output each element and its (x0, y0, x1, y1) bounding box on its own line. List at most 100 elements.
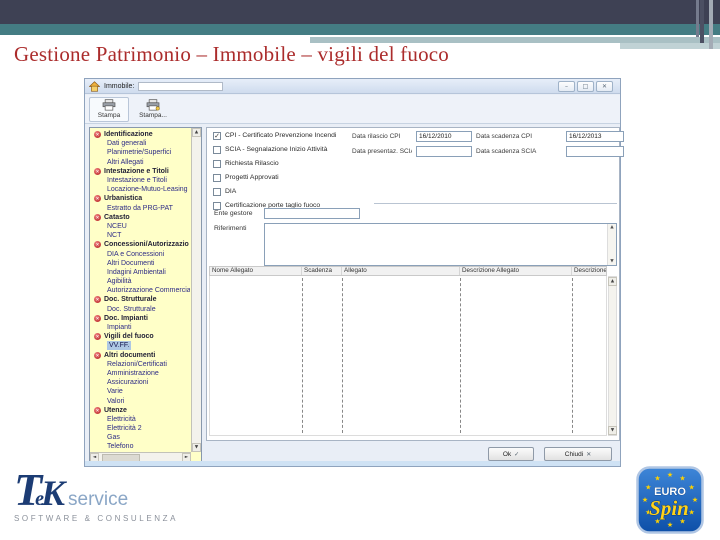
table-column-header[interactable]: Nome Allegato (210, 267, 302, 275)
print-button[interactable]: Stampa (89, 96, 129, 122)
ok-button[interactable]: Ok ✓ (488, 447, 534, 461)
printer-icon (102, 99, 116, 111)
checkbox[interactable] (213, 201, 221, 210)
tree-item[interactable]: ✕ Doc. Strutturale (92, 295, 190, 304)
tree-item-label: Amministrazione (107, 369, 159, 377)
tree-item[interactable]: ✕ Estratto da PRG-PAT (92, 204, 190, 213)
checkbox[interactable] (213, 173, 221, 182)
tree-item-label: Identificazione (104, 131, 153, 139)
tree-item[interactable]: ✕ Intestazione e Titoli (92, 176, 190, 185)
toolbar: Stampa Stampa... (85, 95, 620, 124)
maximize-button[interactable]: □ (577, 81, 594, 92)
close-button[interactable]: ✕ (596, 81, 613, 92)
checkbox-row[interactable]: ✓ CPI - Certificato Prevenzione Incendi (213, 131, 336, 140)
tree-item[interactable]: ✕ Concessioni/Autorizzazio (92, 240, 190, 249)
tree-item-label: Altri Allegati (107, 158, 144, 166)
table-column-header[interactable]: Descrizione Tip (572, 267, 606, 275)
tree-item[interactable]: ✕ Doc. Impianti (92, 314, 190, 323)
scroll-up-icon[interactable]: ▲ (610, 225, 613, 230)
tree-item[interactable]: ✕ Urbanistica (92, 194, 190, 203)
category-bullet-icon: ✕ (94, 131, 101, 139)
tree-item[interactable]: ✕ DIA e Concessioni (92, 249, 190, 258)
tree-item[interactable]: ✕ Amministrazione (92, 369, 190, 378)
tree-item[interactable]: ✕ Agibilità (92, 277, 190, 286)
chiudi-button[interactable]: Chiudi ✕ (544, 447, 612, 461)
print-options-button-label: Stampa... (139, 112, 167, 119)
table-vertical-scrollbar[interactable]: ▲ ▼ (608, 276, 617, 436)
tree-item[interactable]: ✕ Locazione-Mutuo-Leasing (92, 185, 190, 194)
checkbox[interactable] (213, 145, 221, 154)
tree-item[interactable]: ✕ Doc. Strutturale (92, 305, 190, 314)
eurospin-spin-text: Spin (649, 496, 689, 520)
ok-icon: ✓ (514, 451, 520, 458)
textarea-scrollbar[interactable]: ▲ ▼ (607, 224, 616, 265)
tree-item[interactable]: ✕ Impianti (92, 323, 190, 332)
tree-item[interactable]: ✕ Telefono (92, 442, 190, 451)
slide-title: Gestione Patrimonio – Immobile – vigili … (14, 42, 449, 66)
tree-item-label: DIA e Concessioni (107, 250, 165, 258)
table-column-header[interactable]: Scadenza (302, 267, 342, 275)
tree-item-label: Gas (107, 434, 120, 442)
tree-item[interactable]: ✕ Autorizzazione Commercial (92, 286, 190, 295)
slide: Gestione Patrimonio – Immobile – vigili … (0, 0, 720, 540)
tree-item[interactable]: ✕ NCT (92, 231, 190, 240)
tree-item[interactable]: ✕ Intestazione e Titoli (92, 167, 190, 176)
checkbox[interactable] (213, 159, 221, 168)
checkbox-row[interactable]: SCIA - Segnalazione Inizio Attività (213, 145, 336, 154)
tree-item[interactable]: ✕ Utenze (92, 406, 190, 415)
ente-gestore-input[interactable] (264, 208, 360, 219)
theme-stripe-1 (696, 0, 699, 37)
tree-item[interactable]: ✕ Catasto (92, 213, 190, 222)
tree-item[interactable]: ✕ Indagini Ambientali (92, 268, 190, 277)
table-column-header[interactable]: Descrizione Allegato (460, 267, 572, 275)
scroll-up-icon[interactable]: ▲ (192, 128, 201, 137)
tree-item-label: Utenze (104, 406, 127, 414)
tree-item[interactable]: ✕ Altri Allegati (92, 158, 190, 167)
tree-item[interactable]: ✕ Assicurazioni (92, 378, 190, 387)
date-field-input[interactable] (566, 146, 624, 157)
tree-item[interactable]: ✕ NCEU (92, 222, 190, 231)
date-field-input[interactable]: 16/12/2010 (416, 131, 472, 142)
checkbox-row[interactable]: Progetti Approvati (213, 173, 336, 182)
date-field-input[interactable] (416, 146, 472, 157)
checkbox-row[interactable]: Richiesta Rilascio (213, 159, 336, 168)
tree-item[interactable]: ✕ Gas (92, 433, 190, 442)
tree-item-label: Doc. Strutturale (107, 305, 156, 313)
tekservice-tagline: SOFTWARE & CONSULENZA (14, 514, 179, 523)
tree-item[interactable]: ✕ Relazioni/Certificati (92, 360, 190, 369)
tree-item[interactable]: ✕ Identificazione (92, 130, 190, 139)
checkbox-label: Progetti Approvati (225, 174, 279, 181)
scroll-up-icon[interactable]: ▲ (608, 277, 617, 286)
checkbox[interactable]: ✓ (213, 131, 221, 140)
category-bullet-icon: ✕ (94, 406, 101, 414)
theme-band-lighter (620, 43, 720, 49)
tree-vertical-scrollbar[interactable]: ▲ ▼ (191, 128, 201, 452)
scroll-down-icon[interactable]: ▼ (610, 259, 613, 264)
print-options-button[interactable]: Stampa... (133, 97, 173, 122)
checkbox[interactable] (213, 187, 221, 196)
tree-item[interactable]: ✕ Altri documenti (92, 351, 190, 360)
checkbox-group: ✓ CPI - Certificato Prevenzione Incendi … (213, 131, 336, 215)
attachments-table-body[interactable] (209, 276, 607, 436)
tree-item[interactable]: ✕ Elettricità 2 (92, 424, 190, 433)
tree-item[interactable]: ✕ Valori (92, 396, 190, 405)
window-title: Immobile: (104, 82, 135, 90)
tree-item[interactable]: ✕ Varie (92, 387, 190, 396)
tree-item[interactable]: ✕ Vigili del fuoco (92, 332, 190, 341)
minimize-button[interactable]: – (558, 81, 575, 92)
scroll-down-icon[interactable]: ▼ (192, 443, 201, 452)
scroll-down-icon[interactable]: ▼ (608, 426, 617, 435)
riferimenti-textarea[interactable]: ▲ ▼ (264, 223, 617, 266)
tree-item[interactable]: ✕ Elettricità (92, 415, 190, 424)
table-column-header[interactable]: Allegato (342, 267, 460, 275)
tree-item[interactable]: ✕ Planimetrie/Superfici (92, 148, 190, 157)
tree-item[interactable]: ✕ Dati generali (92, 139, 190, 148)
date-field-input[interactable]: 16/12/2013 (566, 131, 624, 142)
immobile-value-field[interactable] (138, 81, 224, 91)
tree-item[interactable]: ✕ Altri Documenti (92, 259, 190, 268)
tree-item[interactable]: ✕ VV.FF. (92, 341, 190, 351)
category-bullet-icon: ✕ (94, 314, 101, 322)
checkbox-row[interactable]: DIA (213, 187, 336, 196)
app-window: Immobile: – □ ✕ Stampa Stampa... ✕ Ident… (84, 78, 624, 467)
svg-text:★: ★ (667, 471, 673, 479)
